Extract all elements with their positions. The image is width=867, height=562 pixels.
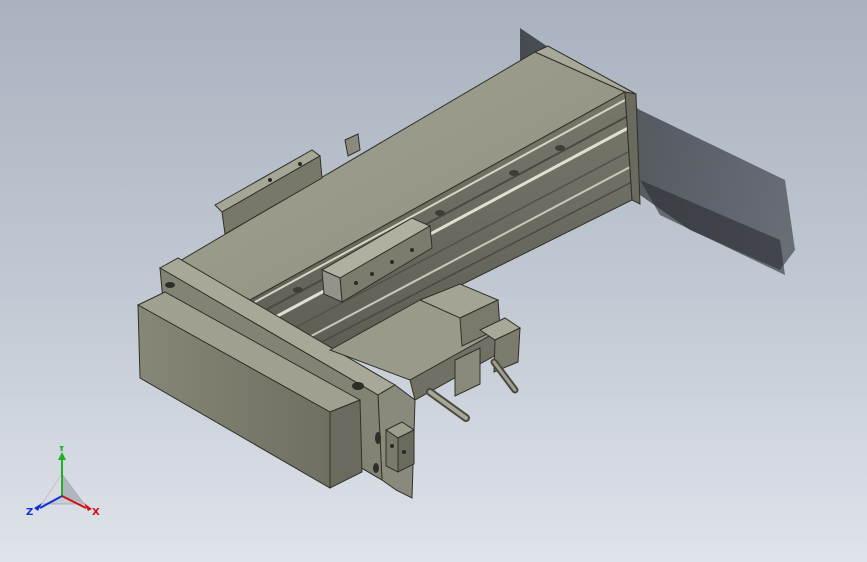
x-axis-label: X — [92, 507, 100, 518]
z-axis-label: Z — [26, 507, 33, 518]
sensor-block-front[interactable] — [385, 421, 415, 473]
linear-actuator-model[interactable] — [0, 0, 867, 562]
y-axis-label: Y — [57, 446, 66, 454]
reference-triad: Y X Z — [26, 446, 100, 518]
graphics-viewport[interactable]: Y X Z — [0, 0, 867, 562]
